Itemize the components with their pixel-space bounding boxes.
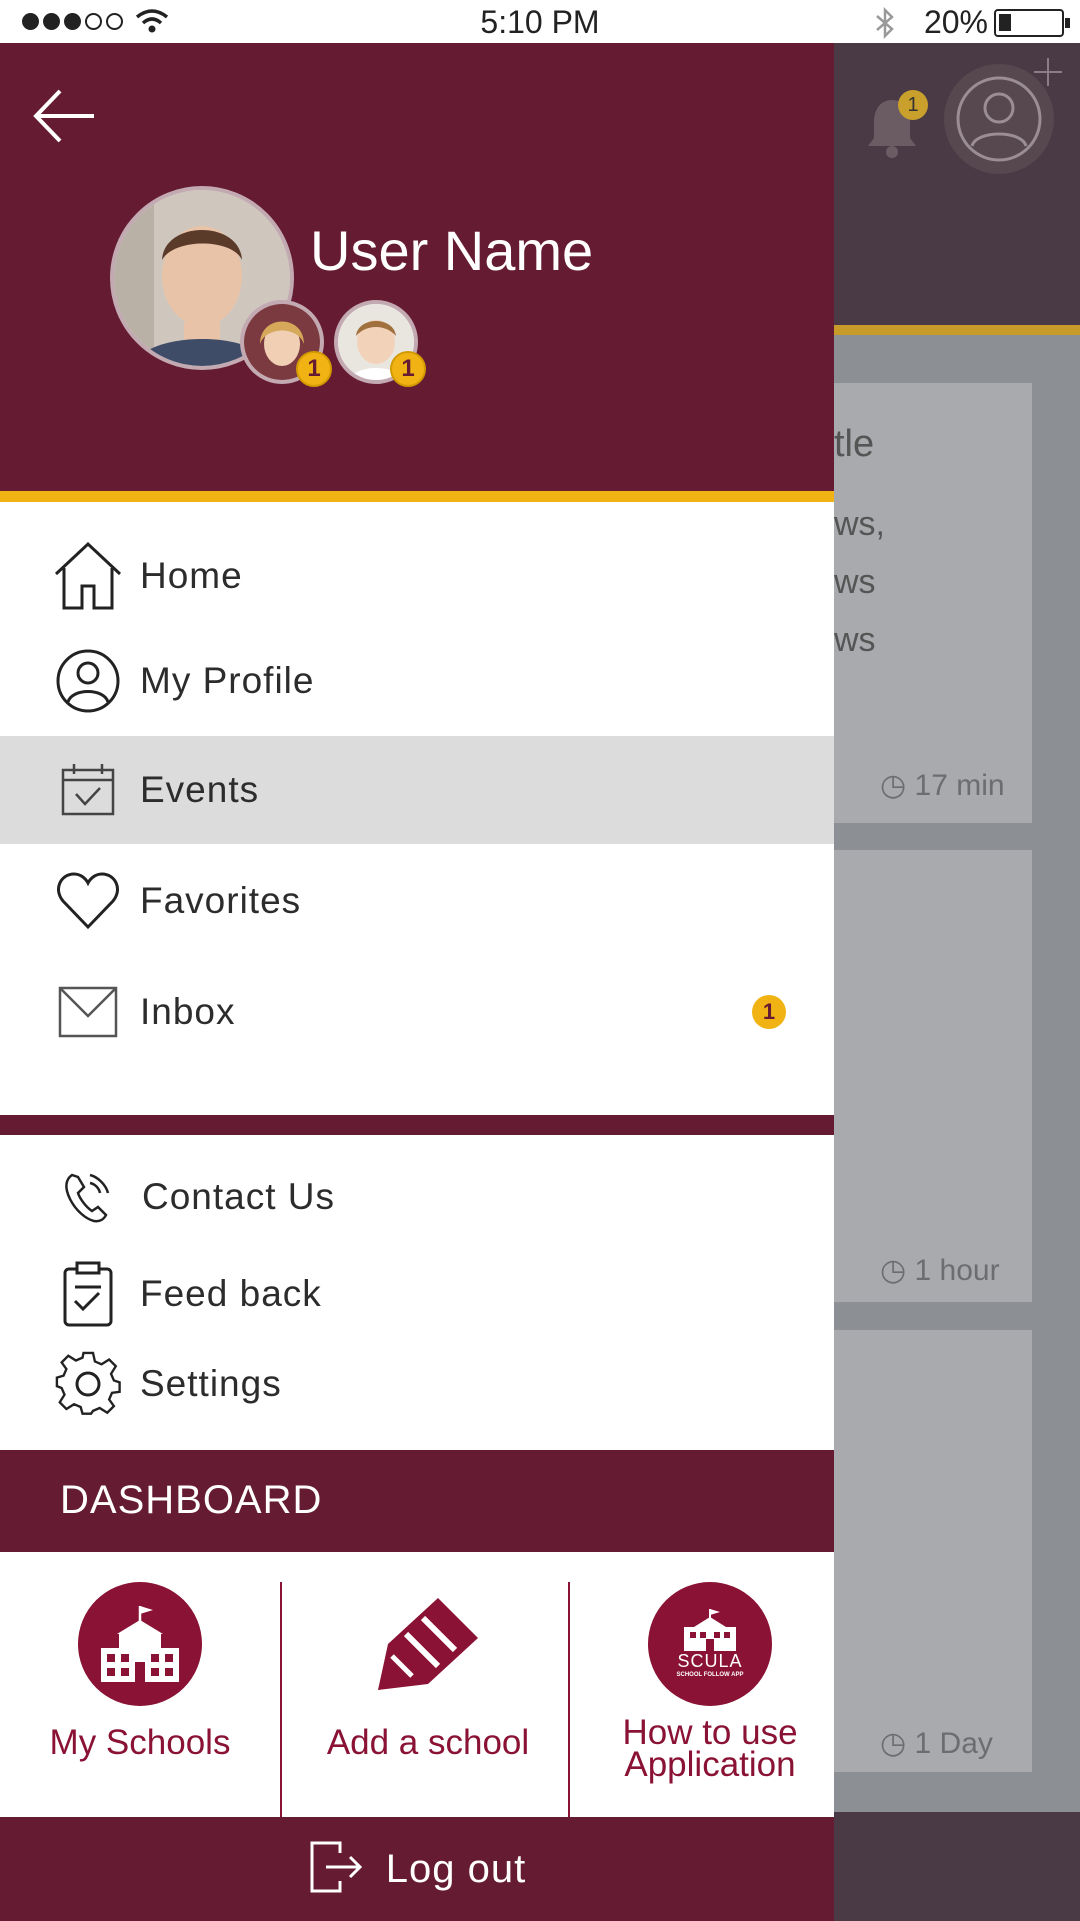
logo-subtext: SCHOOL FOLLOW APP bbox=[676, 1672, 744, 1678]
bell-badge: 1 bbox=[898, 90, 928, 120]
card-line: ws, bbox=[834, 505, 885, 543]
menu-label: My Profile bbox=[140, 660, 315, 701]
dashboard-separator bbox=[280, 1582, 282, 1840]
status-bar: 5:10 PM 20% bbox=[0, 0, 1080, 43]
gear-icon bbox=[52, 1348, 124, 1420]
menu-divider bbox=[0, 1115, 834, 1135]
dashboard-add-school[interactable]: Add a school bbox=[288, 1582, 568, 1822]
dashboard-how-to-use[interactable]: SCULA SCHOOL FOLLOW APP How to use Appli… bbox=[570, 1582, 850, 1822]
drawer-header: 1 1 User Name bbox=[0, 43, 834, 491]
school-icon bbox=[78, 1582, 202, 1706]
menu-label: Contact Us bbox=[142, 1176, 336, 1217]
background-header-accent bbox=[834, 325, 1080, 335]
logout-icon bbox=[308, 1839, 364, 1900]
menu-label: Events bbox=[140, 769, 260, 810]
back-arrow-icon[interactable] bbox=[30, 81, 100, 151]
menu-item-home[interactable]: Home bbox=[0, 522, 834, 630]
menu-item-inbox[interactable]: Inbox 1 bbox=[0, 958, 834, 1066]
card-time: ◷ 17 min bbox=[880, 769, 1005, 802]
logo-text: SCULA bbox=[677, 1651, 743, 1671]
dashboard-title: DASHBOARD bbox=[60, 1478, 323, 1522]
logout-button[interactable]: Log out bbox=[0, 1817, 834, 1921]
card-title: tle bbox=[834, 423, 875, 465]
menu-item-my-profile[interactable]: My Profile bbox=[0, 627, 834, 735]
dashboard-bar: DASHBOARD bbox=[0, 1450, 834, 1552]
menu-item-contact-us[interactable]: Contact Us bbox=[0, 1143, 834, 1251]
card-line: ws bbox=[834, 563, 876, 601]
clock-icon: ◷ bbox=[880, 1727, 907, 1760]
background-bottom-bar bbox=[834, 1812, 1080, 1921]
inbox-badge: 1 bbox=[752, 995, 786, 1029]
menu-label: Favorites bbox=[140, 880, 302, 921]
battery-percent: 20% bbox=[923, 4, 988, 40]
menu-item-favorites[interactable]: Favorites bbox=[0, 847, 834, 955]
dashboard-label: My Schools bbox=[49, 1723, 231, 1762]
card-time: ◷ 1 hour bbox=[880, 1254, 1000, 1287]
scula-logo-icon: SCULA SCHOOL FOLLOW APP bbox=[648, 1582, 772, 1706]
logout-label: Log out bbox=[385, 1846, 527, 1891]
mail-icon bbox=[52, 976, 124, 1048]
home-icon bbox=[52, 540, 124, 612]
menu-label: Settings bbox=[140, 1363, 282, 1404]
menu-label: Home bbox=[140, 555, 243, 596]
heart-icon bbox=[52, 865, 124, 937]
dashboard-label: Application bbox=[624, 1745, 796, 1784]
calendar-check-icon bbox=[52, 754, 124, 826]
menu-label: Feed back bbox=[140, 1273, 322, 1314]
bluetooth-icon bbox=[876, 6, 894, 39]
battery-icon bbox=[994, 8, 1070, 37]
clock-icon: ◷ bbox=[880, 1254, 907, 1287]
phone-icon bbox=[52, 1161, 124, 1233]
menu-item-events[interactable]: Events bbox=[0, 736, 834, 844]
menu-label: Inbox bbox=[140, 991, 236, 1032]
card-time: ◷ 1 Day bbox=[880, 1727, 993, 1760]
menu-item-settings[interactable]: Settings bbox=[0, 1330, 834, 1438]
plus-icon[interactable] bbox=[1034, 58, 1062, 86]
card-line: ws bbox=[834, 621, 876, 659]
child-badge: 1 bbox=[296, 351, 332, 387]
user-icon bbox=[52, 645, 124, 717]
feed-card-3[interactable] bbox=[834, 1330, 1032, 1772]
clipboard-check-icon bbox=[52, 1258, 124, 1330]
pencil-icon bbox=[366, 1582, 490, 1706]
user-name: User Name bbox=[310, 219, 594, 282]
header-accent-line bbox=[0, 491, 834, 502]
dashboard-label: Add a school bbox=[326, 1723, 530, 1762]
child-badge: 1 bbox=[390, 351, 426, 387]
dashboard-my-schools[interactable]: My Schools bbox=[0, 1582, 280, 1822]
clock-icon: ◷ bbox=[880, 769, 907, 802]
feed-card-1[interactable]: tle ws, ws ws bbox=[834, 383, 1032, 823]
feed-card-2[interactable] bbox=[834, 850, 1032, 1302]
